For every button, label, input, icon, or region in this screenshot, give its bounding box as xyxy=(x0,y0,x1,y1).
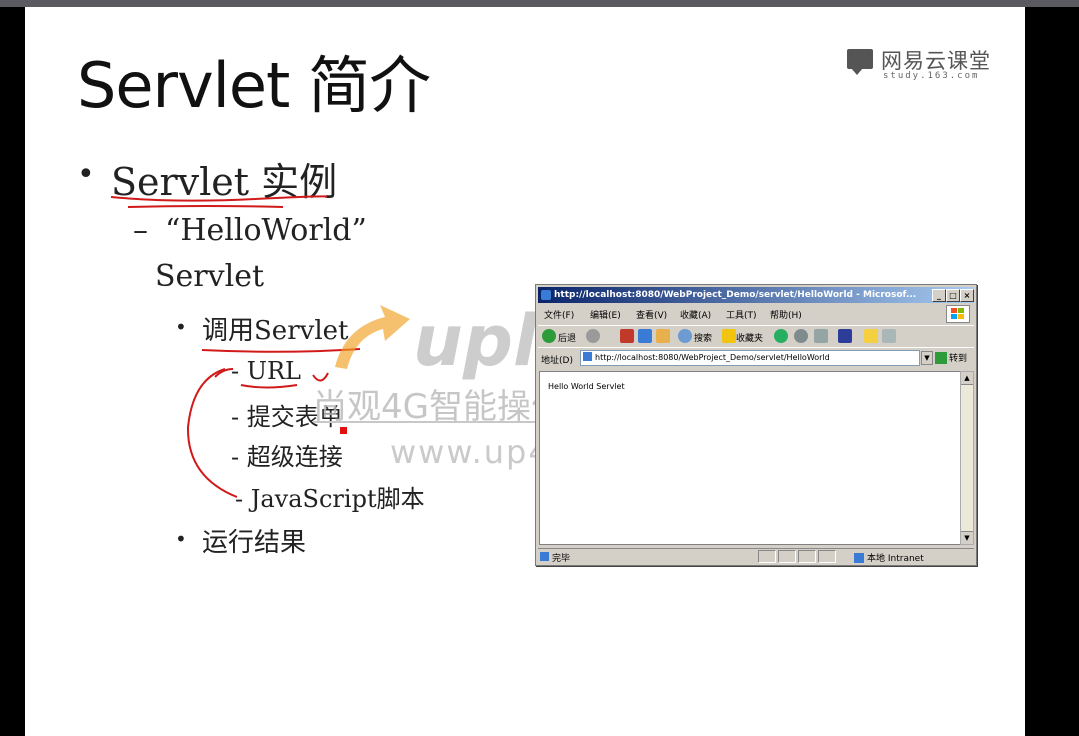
ie-title: http://localhost:8080/WebProject_Demo/se… xyxy=(554,290,917,300)
stop-icon[interactable] xyxy=(620,329,634,343)
status-cell xyxy=(758,550,776,563)
video-top-bar xyxy=(0,0,1079,7)
ie-titlebar: http://localhost:8080/WebProject_Demo/se… xyxy=(538,287,974,303)
discuss-icon[interactable] xyxy=(864,329,878,343)
status-text: 完毕 xyxy=(552,554,571,564)
status-cell xyxy=(818,550,836,563)
ie-menubar: 文件(F) 编辑(E) 查看(V) 收藏(A) 工具(T) 帮助(H) xyxy=(538,305,974,323)
search-icon[interactable] xyxy=(678,329,692,343)
zone-indicator: 本地 Intranet xyxy=(854,551,924,564)
messenger-icon[interactable] xyxy=(882,329,896,343)
page-text: Hello World Servlet xyxy=(548,382,625,391)
maximize-icon[interactable]: □ xyxy=(946,289,960,302)
zone-text: 本地 Intranet xyxy=(867,554,924,564)
go-label: 转到 xyxy=(949,354,968,364)
done-icon xyxy=(540,552,549,561)
history-icon[interactable] xyxy=(794,329,808,343)
minimize-icon[interactable]: _ xyxy=(932,289,946,302)
address-input[interactable]: http://localhost:8080/WebProject_Demo/se… xyxy=(580,350,920,366)
home-icon[interactable] xyxy=(656,329,670,343)
refresh-icon[interactable] xyxy=(638,329,652,343)
intranet-icon xyxy=(854,553,864,563)
ie-toolbar: 后退 搜索 收藏夹 xyxy=(538,325,974,346)
ie-statusbar: 完毕 本地 Intranet xyxy=(538,548,974,564)
ie-address-bar: 地址(D) http://localhost:8080/WebProject_D… xyxy=(538,347,974,368)
favorites-button[interactable]: 收藏夹 xyxy=(736,331,763,344)
close-icon[interactable]: × xyxy=(960,289,974,302)
favorites-icon[interactable] xyxy=(722,329,736,343)
underline-helloworld xyxy=(127,205,284,208)
menu-tools[interactable]: 工具(T) xyxy=(726,308,757,321)
vertical-scrollbar[interactable]: ▲ ▼ xyxy=(960,371,974,545)
bracket-items xyxy=(186,368,238,498)
media-icon[interactable] xyxy=(774,329,788,343)
cursor-dot xyxy=(340,427,347,434)
go-button[interactable]: 转到 xyxy=(935,351,967,364)
ie-icon xyxy=(541,290,551,300)
mail-icon[interactable] xyxy=(814,329,828,343)
scroll-up-icon[interactable]: ▲ xyxy=(961,372,973,385)
underline-url xyxy=(240,384,298,389)
back-button[interactable]: 后退 xyxy=(558,331,576,344)
slide: Servlet 简介 网易云课堂 study.163.com • Servlet… xyxy=(25,7,1025,736)
address-label: 地址(D) xyxy=(541,356,573,366)
menu-help[interactable]: 帮助(H) xyxy=(770,308,802,321)
underline-call-servlet xyxy=(201,348,361,353)
menu-edit[interactable]: 编辑(E) xyxy=(590,308,621,321)
underline-servlet-example xyxy=(110,195,328,202)
status-cell xyxy=(798,550,816,563)
scroll-down-icon[interactable]: ▼ xyxy=(961,531,973,544)
search-button[interactable]: 搜索 xyxy=(694,331,712,344)
status-cell xyxy=(778,550,796,563)
menu-view[interactable]: 查看(V) xyxy=(636,308,667,321)
address-dropdown-icon[interactable]: ▼ xyxy=(921,351,933,365)
forward-icon[interactable] xyxy=(586,329,600,343)
windows-logo-icon xyxy=(946,305,970,323)
menu-file[interactable]: 文件(F) xyxy=(544,308,574,321)
address-value: http://localhost:8080/WebProject_Demo/se… xyxy=(595,353,830,362)
ie-browser-window: http://localhost:8080/WebProject_Demo/se… xyxy=(535,284,977,566)
go-arrow-icon xyxy=(935,352,947,364)
page-icon xyxy=(583,352,592,361)
back-icon[interactable] xyxy=(542,329,556,343)
ie-page-content[interactable]: Hello World Servlet xyxy=(539,371,961,545)
word-icon[interactable] xyxy=(838,329,852,343)
check-url xyxy=(312,372,329,382)
menu-favorites[interactable]: 收藏(A) xyxy=(680,308,711,321)
